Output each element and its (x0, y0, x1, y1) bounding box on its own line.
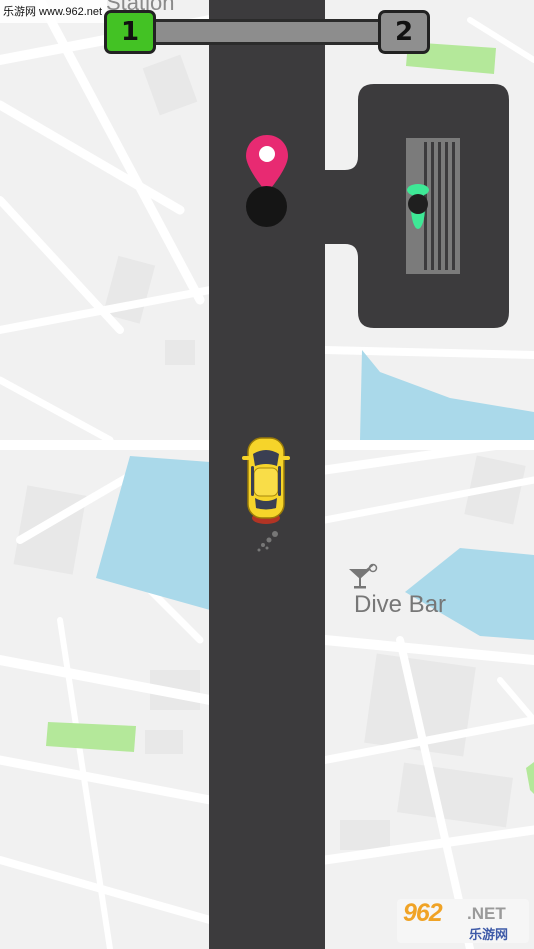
watermark-logo: 962 .NET 乐游网 (397, 899, 529, 943)
exhaust-smoke (257, 531, 278, 552)
progress-track (134, 19, 404, 45)
next-level-badge: 2 (378, 10, 430, 54)
cocktail-icon (349, 563, 378, 589)
logo-net: .NET (467, 904, 506, 923)
logo-sub: 乐游网 (469, 927, 509, 942)
current-level-badge: 1 (104, 10, 156, 54)
logo-number: 962 (403, 899, 443, 927)
level-progress: 1 2 (104, 10, 430, 54)
watermark-top: 乐游网 www.962.net (0, 0, 108, 23)
passenger-icon (407, 184, 429, 229)
taxi-car (242, 437, 290, 524)
poi-label: Dive Bar (354, 591, 447, 618)
pickup-spot (246, 186, 287, 227)
